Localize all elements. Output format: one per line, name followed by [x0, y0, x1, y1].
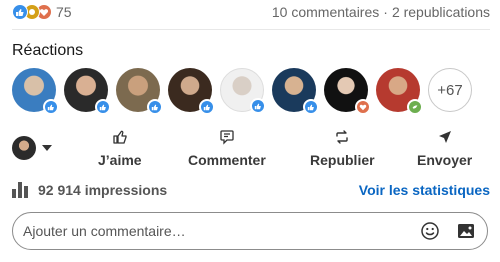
comment-button[interactable]: Commenter: [188, 129, 266, 168]
reposts-count-link[interactable]: 2 republications: [392, 4, 490, 20]
reactors-avatar-list: +67: [12, 68, 472, 115]
reactor-avatar[interactable]: [64, 68, 111, 115]
reactor-avatar[interactable]: [272, 68, 319, 115]
caret-down-icon: [42, 145, 52, 151]
view-stats-link[interactable]: Voir les statistiques: [359, 182, 490, 198]
like-badge-icon: [199, 99, 215, 115]
emoji-icon[interactable]: [419, 220, 441, 242]
reactor-avatar[interactable]: [220, 68, 266, 114]
comments-reposts: 10 commentaires · 2 republications: [272, 4, 490, 20]
repost-label: Republier: [310, 151, 375, 168]
support-badge-icon: [407, 99, 423, 115]
like-button[interactable]: J’aime: [98, 129, 142, 168]
reactor-avatar[interactable]: [376, 68, 423, 115]
send-label: Envoyer: [417, 151, 473, 168]
reaction-count[interactable]: 75: [56, 4, 72, 20]
more-reactors-button[interactable]: +67: [428, 68, 472, 112]
analytics-bars-icon: [12, 182, 28, 198]
reactor-avatar[interactable]: [168, 68, 215, 115]
divider: [12, 29, 490, 30]
actor-switcher[interactable]: [12, 136, 72, 160]
reaction-icons[interactable]: [12, 4, 52, 20]
reactions-heading: Réactions: [12, 42, 84, 59]
impressions-row: 92 914 impressions Voir les statistiques: [12, 180, 490, 200]
separator-dot: ·: [383, 4, 388, 20]
comments-count-link[interactable]: 10 commentaires: [272, 4, 379, 20]
actor-avatar: [12, 136, 36, 160]
love-badge-icon: [355, 99, 371, 115]
like-label: J’aime: [98, 151, 142, 168]
post-action-bar: J’aime Commenter Republier Envoyer: [12, 129, 490, 168]
reactor-avatar[interactable]: [116, 68, 163, 115]
like-badge-icon: [147, 99, 163, 115]
comment-box: [12, 212, 488, 250]
comment-bubble-icon: [219, 129, 235, 150]
send-button[interactable]: Envoyer: [417, 129, 472, 168]
send-arrow-icon: [437, 129, 453, 150]
like-badge-icon: [303, 99, 319, 115]
repost-icon: [334, 129, 350, 150]
like-badge-icon: [43, 99, 59, 115]
comment-label: Commenter: [188, 151, 266, 168]
image-icon[interactable]: [455, 220, 477, 242]
like-badge-icon: [95, 99, 111, 115]
repost-button[interactable]: Republier: [310, 129, 375, 168]
like-badge-icon: [250, 98, 266, 114]
comment-input[interactable]: [23, 223, 405, 239]
thumbs-up-icon: [112, 129, 128, 150]
like-reaction-icon: [12, 4, 28, 20]
reactor-avatar[interactable]: [324, 68, 371, 115]
reactor-avatar[interactable]: [12, 68, 59, 115]
social-counts-bar: 75 10 commentaires · 2 republications: [12, 2, 490, 22]
impressions-count: 92 914 impressions: [38, 182, 168, 198]
